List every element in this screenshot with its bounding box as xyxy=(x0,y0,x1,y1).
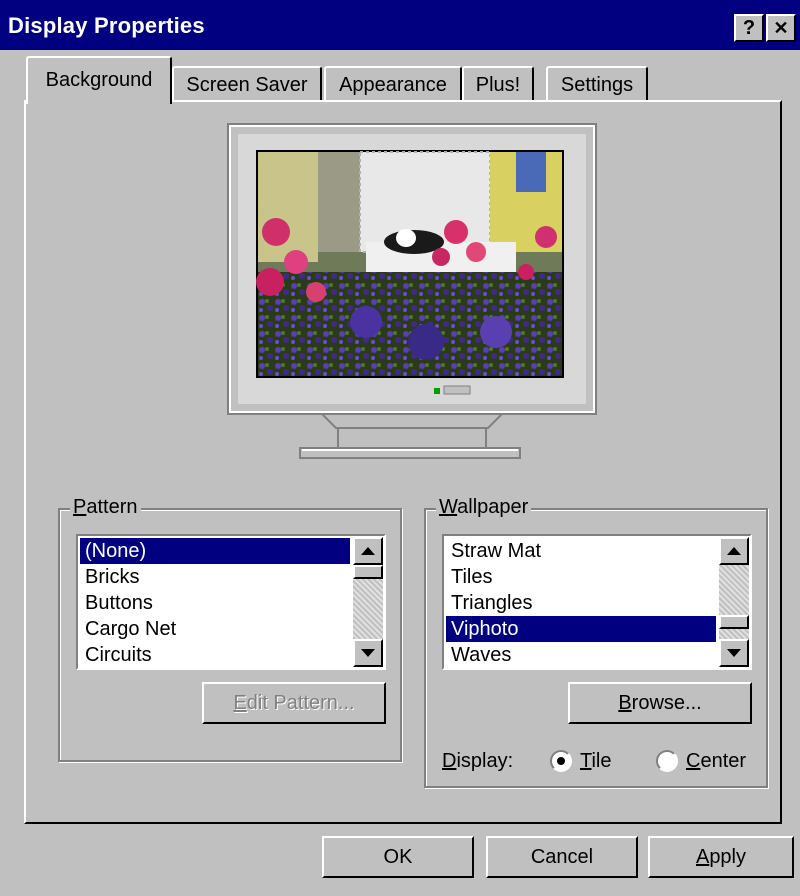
pattern-scroll-up-button[interactable] xyxy=(353,537,383,565)
pattern-item-circuits[interactable]: Circuits xyxy=(80,642,350,668)
pattern-scroll-thumb[interactable] xyxy=(353,565,383,579)
wallpaper-group-label: Wallpaper xyxy=(436,496,532,519)
wallpaper-list-items: Straw Mat Tiles Triangles Viphoto Waves xyxy=(446,538,716,668)
pattern-item-bricks[interactable]: Bricks xyxy=(80,564,350,590)
wallpaper-item-viphoto[interactable]: Viphoto xyxy=(446,616,716,642)
tab-label: Plus! xyxy=(475,74,521,96)
arrow-up-icon xyxy=(727,547,741,555)
wallpaper-listbox[interactable]: Straw Mat Tiles Triangles Viphoto Waves xyxy=(442,534,752,670)
wallpaper-item-straw-mat[interactable]: Straw Mat xyxy=(446,538,716,564)
pattern-group: Pattern (None) Bricks Buttons Cargo Net … xyxy=(58,496,402,762)
wallpaper-item-waves[interactable]: Waves xyxy=(446,642,716,668)
radio-selected-dot xyxy=(557,757,565,765)
tab-screen-saver[interactable]: Screen Saver xyxy=(172,66,322,102)
tab-appearance[interactable]: Appearance xyxy=(324,66,462,102)
tab-settings[interactable]: Settings xyxy=(546,66,648,102)
wallpaper-item-tiles[interactable]: Tiles xyxy=(446,564,716,590)
pattern-item-none[interactable]: (None) xyxy=(80,538,350,564)
wallpaper-scroll-thumb[interactable] xyxy=(719,615,749,629)
window-title: Display Properties xyxy=(8,13,205,38)
tab-plus[interactable]: Plus! xyxy=(462,66,534,102)
apply-label: Apply xyxy=(695,846,747,868)
tab-label: Appearance xyxy=(339,74,447,96)
tab-label: Settings xyxy=(560,74,634,96)
tab-background[interactable]: Background xyxy=(26,56,172,104)
wallpaper-scroll-up-button[interactable] xyxy=(719,537,749,565)
background-tab-panel: Pattern (None) Bricks Buttons Cargo Net … xyxy=(24,100,782,824)
apply-button[interactable]: Apply xyxy=(648,836,794,878)
wallpaper-preview-image xyxy=(256,150,564,378)
tab-label: Background xyxy=(45,69,153,91)
center-radio[interactable] xyxy=(656,750,678,772)
edit-pattern-label: Edit Pattern... xyxy=(233,692,355,714)
help-button[interactable]: ? xyxy=(734,14,764,42)
pattern-scroll-down-button[interactable] xyxy=(353,639,383,667)
cancel-button[interactable]: Cancel xyxy=(486,836,638,878)
arrow-down-icon xyxy=(727,649,741,657)
cancel-label: Cancel xyxy=(530,846,594,868)
center-radio-label[interactable]: Center xyxy=(686,750,746,773)
pattern-listbox[interactable]: (None) Bricks Buttons Cargo Net Circuits xyxy=(76,534,386,670)
tab-label: Screen Saver xyxy=(186,74,308,96)
monitor-preview xyxy=(227,123,597,459)
browse-label: Browse... xyxy=(618,692,702,714)
ok-button[interactable]: OK xyxy=(322,836,474,878)
pattern-item-buttons[interactable]: Buttons xyxy=(80,590,350,616)
close-button[interactable]: ✕ xyxy=(766,14,796,42)
pattern-group-label: Pattern xyxy=(70,496,141,519)
pattern-scrollbar[interactable] xyxy=(353,537,383,667)
arrow-down-icon xyxy=(361,649,375,657)
ok-label: OK xyxy=(383,846,413,868)
display-mode-label: Display: xyxy=(442,750,514,772)
pattern-item-cargo-net[interactable]: Cargo Net xyxy=(80,616,350,642)
pattern-list-items: (None) Bricks Buttons Cargo Net Circuits xyxy=(80,538,350,668)
help-icon: ? xyxy=(742,17,756,39)
wallpaper-scroll-down-button[interactable] xyxy=(719,639,749,667)
edit-pattern-button[interactable]: Edit Pattern... xyxy=(202,682,386,724)
wallpaper-group: Wallpaper Straw Mat Tiles Triangles Viph… xyxy=(424,496,768,788)
browse-button[interactable]: Browse... xyxy=(568,682,752,724)
display-properties-window: Display Properties ? ✕ Background Screen… xyxy=(0,0,800,896)
tile-radio[interactable] xyxy=(550,750,572,772)
title-bar[interactable]: Display Properties ? ✕ xyxy=(0,0,800,50)
wallpaper-item-triangles[interactable]: Triangles xyxy=(446,590,716,616)
arrow-up-icon xyxy=(361,547,375,555)
close-icon: ✕ xyxy=(773,18,789,38)
tile-radio-label[interactable]: Tile xyxy=(580,750,612,773)
wallpaper-scrollbar[interactable] xyxy=(719,537,749,667)
